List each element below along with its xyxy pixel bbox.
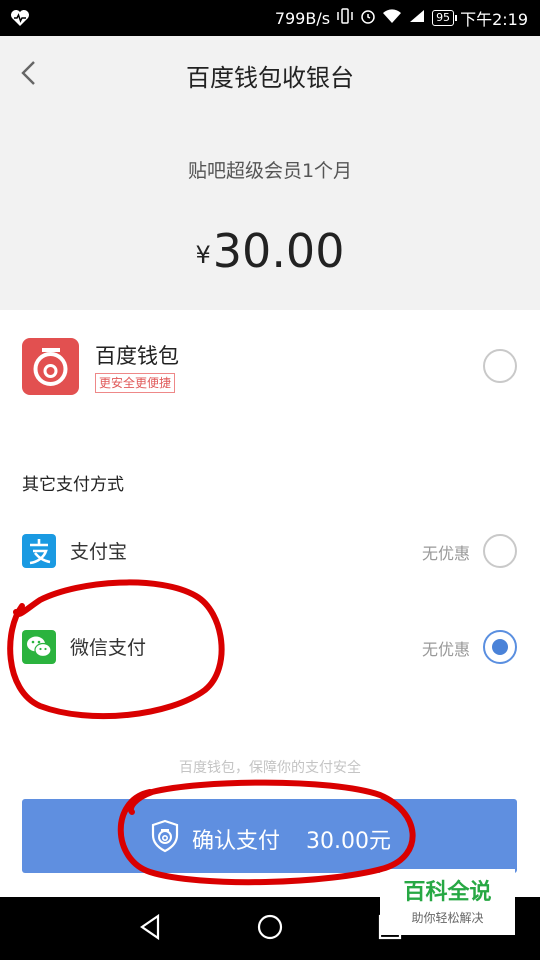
currency-symbol: ¥ — [195, 241, 211, 269]
page-title: 百度钱包收银台 — [186, 64, 354, 92]
status-time: 下午2:19 — [460, 10, 528, 29]
product-name: 贴吧超级会员1个月 — [187, 160, 353, 182]
method-alipay[interactable]: 支付宝 无优惠 — [0, 522, 540, 582]
baidu-wallet-logo-icon — [22, 338, 79, 395]
alarm-icon — [360, 8, 376, 28]
other-methods-label: 其它支付方式 — [22, 475, 124, 495]
wifi-icon — [382, 8, 402, 28]
order-summary: 百度钱包收银台 贴吧超级会员1个月 ¥30.00 — [0, 36, 540, 310]
method-name: 支付宝 — [70, 541, 128, 563]
method-promo: 无优惠 — [421, 544, 470, 563]
wechat-pay-icon — [22, 630, 56, 664]
alipay-radio[interactable] — [483, 534, 517, 568]
shield-icon — [151, 819, 179, 853]
vibrate-icon — [336, 8, 354, 28]
method-wechat-pay[interactable]: 微信支付 无优惠 — [0, 618, 540, 678]
watermark-title: 百科全说 — [403, 880, 492, 905]
wechat-pay-radio[interactable] — [483, 630, 517, 664]
confirm-pay-amount: 30.00元 — [306, 829, 391, 854]
wallet-radio[interactable] — [483, 349, 517, 383]
watermark-subtitle: 助你轻松解决 — [411, 911, 484, 925]
baidu-wallet-option[interactable]: 百度钱包 更安全更便捷 — [0, 310, 540, 420]
order-amount: ¥30.00 — [0, 224, 540, 278]
health-heart-icon — [11, 10, 29, 26]
method-promo: 无优惠 — [421, 640, 470, 659]
confirm-pay-button[interactable]: 确认支付 30.00元 — [22, 799, 517, 873]
nav-back-icon[interactable] — [138, 913, 162, 941]
security-note: 百度钱包，保障你的支付安全 — [179, 760, 361, 776]
alipay-icon — [22, 534, 56, 568]
watermark-logo: 百科全说 助你轻松解决 — [380, 869, 515, 935]
amount-value: 30.00 — [212, 224, 345, 278]
nav-home-icon[interactable] — [256, 913, 284, 941]
confirm-pay-label: 确认支付 — [192, 829, 281, 854]
method-name: 微信支付 — [70, 637, 147, 659]
network-speed: 799B/s — [274, 8, 331, 28]
status-bar: 799B/s 95 下午2:19 — [0, 0, 540, 36]
cell-signal-icon — [408, 8, 426, 28]
battery-indicator: 95 — [432, 10, 458, 26]
wallet-name: 百度钱包 — [95, 344, 179, 368]
wallet-tag: 更安全更便捷 — [95, 373, 176, 393]
